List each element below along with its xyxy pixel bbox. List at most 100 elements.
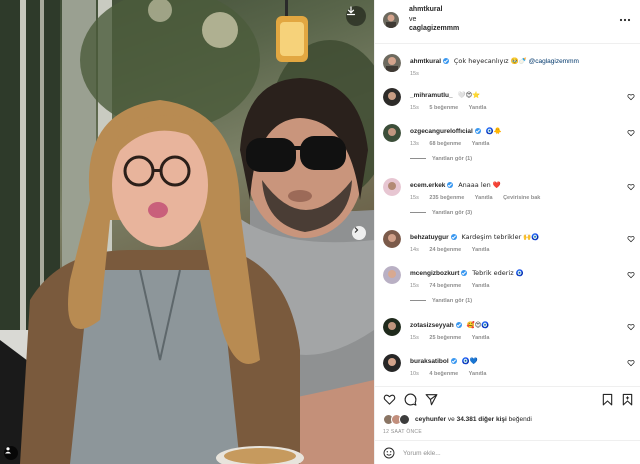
likes-suffix: beğendi	[508, 416, 532, 423]
like-comment-heart-icon[interactable]	[627, 359, 635, 367]
comment-likes[interactable]: 74 beğenme	[429, 283, 461, 289]
like-comment-heart-icon[interactable]	[627, 235, 635, 243]
comment-meta: 13s 68 beğenme Yanıtla	[410, 141, 498, 147]
comments-list[interactable]: ahmtkural Çok heyecanlıyız 🥹🍼 @caglagize…	[375, 48, 640, 384]
view-replies-label: Yanıtları gör (3)	[432, 210, 473, 216]
comment-avatar[interactable]	[383, 178, 401, 196]
like-comment-heart-icon[interactable]	[627, 93, 635, 101]
comment-avatar[interactable]	[383, 230, 401, 248]
comment-avatar[interactable]	[383, 88, 401, 106]
post-action-bar	[375, 386, 640, 410]
next-photo-button[interactable]	[352, 226, 366, 240]
reply-button[interactable]: Yanıtla	[469, 371, 487, 377]
replies-divider	[410, 212, 426, 214]
comment-icon[interactable]	[404, 393, 417, 406]
chevron-right-icon	[354, 227, 359, 233]
likes-summary: ceyhunfer ve 34.381 diğer kişi beğendi	[375, 410, 640, 430]
view-replies-button[interactable]: Yanıtları gör (1)	[410, 298, 472, 304]
heart-icon[interactable]	[383, 393, 396, 406]
bookmark-icon[interactable]	[601, 393, 614, 406]
likers-avatars[interactable]	[383, 414, 413, 426]
comment-meta: 14s 24 beğenme Yanıtla	[410, 247, 498, 253]
more-options-button[interactable]	[619, 14, 631, 25]
comment-meta: 15s 74 beğenme Yanıtla	[410, 283, 498, 289]
post-photo[interactable]	[0, 0, 374, 464]
comment-avatar[interactable]	[383, 318, 401, 336]
comment-input[interactable]	[403, 446, 623, 460]
add-comment-bar	[375, 440, 640, 464]
comment-time: 15s	[410, 105, 419, 111]
comment-body: 🥰😍🧿	[466, 321, 490, 329]
comment-meta: 15s 235 beğenme Yanıtla Çevirisine bak	[410, 195, 549, 201]
like-comment-heart-icon[interactable]	[627, 183, 635, 191]
comment-likes[interactable]: 4 beğenme	[429, 371, 458, 377]
comment-likes[interactable]: 235 beğenme	[429, 195, 464, 201]
post-timestamp[interactable]: 12 SAAT ÖNCE	[383, 429, 422, 435]
replies-divider	[410, 300, 426, 302]
likes-count[interactable]: 34.381 diğer kişi	[457, 416, 507, 423]
comment-username[interactable]: ozgecangureloffıcial	[410, 128, 473, 135]
header-conjunction: ve	[409, 16, 417, 23]
share-icon[interactable]	[425, 393, 438, 406]
reply-button[interactable]: Yanıtla	[472, 247, 490, 253]
author-avatar-image	[383, 12, 399, 28]
comment-time: 15s	[410, 335, 419, 341]
comment-text-line: ecem.erkek Anaaa len ❤️	[410, 181, 501, 189]
caption-username[interactable]: ahmtkural	[410, 58, 441, 65]
verified-icon	[447, 182, 454, 188]
coauthor-username[interactable]: caglagizemmm	[409, 25, 459, 32]
comment-username[interactable]: ecem.erkek	[410, 182, 445, 189]
likes-joiner: ve	[447, 416, 455, 423]
comment-username[interactable]: zotasizseyyah	[410, 322, 454, 329]
comment-body: 🧿💙	[461, 357, 478, 365]
add-to-collection-icon[interactable]	[621, 393, 634, 406]
reply-button[interactable]: Yanıtla	[469, 105, 487, 111]
comment-meta: 15s 25 beğenme Yanıtla	[410, 335, 498, 341]
replies-divider	[410, 158, 426, 160]
comment-likes[interactable]: 25 beğenme	[429, 335, 461, 341]
reply-button[interactable]: Yanıtla	[472, 141, 490, 147]
likes-text: ceyhunfer ve 34.381 diğer kişi beğendi	[415, 416, 532, 423]
caption-mention[interactable]: @caglagizemmm	[529, 58, 579, 65]
author-avatar[interactable]	[383, 12, 399, 28]
view-replies-label: Yanıtları gör (1)	[432, 156, 473, 162]
view-replies-button[interactable]: Yanıtları gör (1)	[410, 156, 472, 162]
comment-username[interactable]: mcengizbozkurt	[410, 270, 459, 277]
comment-meta: 15s 5 beğenme Yanıtla	[410, 105, 495, 111]
comment-likes[interactable]: 68 beğenme	[429, 141, 461, 147]
like-comment-heart-icon[interactable]	[627, 323, 635, 331]
comment-body: Kardeşim tebrikler 🙌🧿	[461, 233, 540, 241]
comment-username[interactable]: buraksatibol	[410, 358, 449, 365]
author-username[interactable]: ahmtkural	[409, 6, 442, 13]
see-translation-button[interactable]: Çevirisine bak	[503, 195, 540, 201]
like-comment-heart-icon[interactable]	[627, 271, 635, 279]
user-tag-icon	[5, 447, 11, 454]
verified-icon	[461, 270, 468, 276]
view-replies-button[interactable]: Yanıtları gör (3)	[410, 210, 472, 216]
reply-button[interactable]: Yanıtla	[475, 195, 493, 201]
comment-avatar[interactable]	[383, 124, 401, 142]
caption-body: Çok heyecanlıyız 🥹🍼	[453, 57, 527, 65]
comment-username[interactable]: behzatuygur	[410, 234, 449, 241]
comment-username[interactable]: _mihramutlu_	[410, 92, 453, 99]
first-liker-username[interactable]: ceyhunfer	[415, 416, 446, 423]
photo-illustration	[0, 0, 374, 464]
comment-likes[interactable]: 5 beğenme	[429, 105, 458, 111]
comment-body: Tebrik ederiz 🧿	[472, 269, 524, 277]
like-comment-heart-icon[interactable]	[627, 129, 635, 137]
comment-avatar[interactable]	[383, 354, 401, 372]
instagram-post-modal: ahmtkural ve caglagizemmm ahmtkural Çok	[0, 0, 640, 464]
liker-avatar	[399, 414, 410, 425]
comment-avatar[interactable]	[383, 266, 401, 284]
reply-button[interactable]: Yanıtla	[472, 283, 490, 289]
download-button[interactable]	[346, 6, 366, 26]
comment-time: 14s	[410, 247, 419, 253]
smile-icon[interactable]	[383, 447, 395, 459]
comment-body: Anaaa len ❤️	[458, 181, 501, 189]
post-side-panel: ahmtkural ve caglagizemmm ahmtkural Çok	[374, 0, 640, 464]
comment-likes[interactable]: 24 beğenme	[429, 247, 461, 253]
user-tags-button[interactable]	[4, 446, 18, 460]
caption-meta: 15s	[410, 71, 428, 77]
reply-button[interactable]: Yanıtla	[472, 335, 490, 341]
caption-avatar[interactable]	[383, 54, 401, 72]
